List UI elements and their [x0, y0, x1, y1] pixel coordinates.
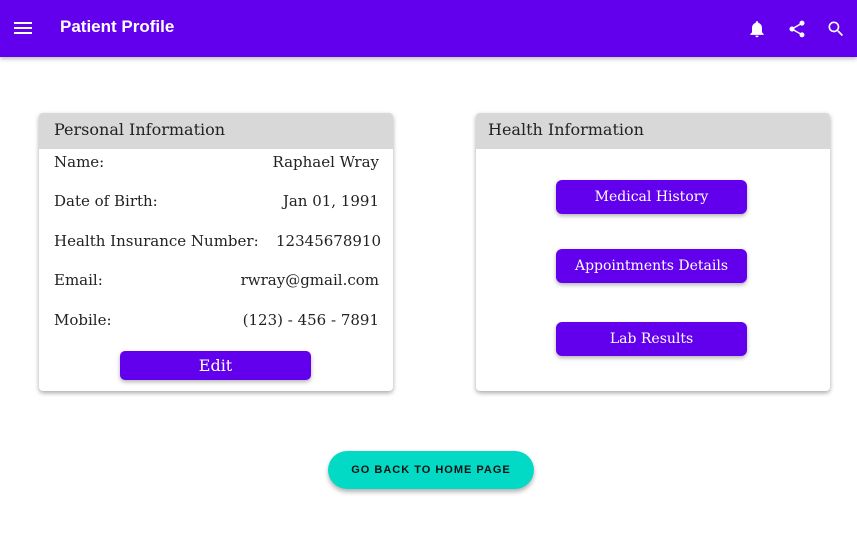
app-bar: Patient Profile [0, 0, 857, 57]
email-label: Email: [54, 271, 103, 289]
health-info-header: Health Information [476, 113, 830, 149]
appointments-details-button[interactable]: Appointments Details [556, 249, 747, 283]
page-title: Patient Profile [60, 17, 175, 36]
dob-label: Date of Birth: [54, 192, 158, 210]
dob-value: Jan 01, 1991 [282, 192, 379, 210]
lab-results-button[interactable]: Lab Results [556, 322, 747, 356]
bell-icon[interactable] [747, 19, 767, 39]
email-value: rwray@gmail.com [240, 271, 379, 289]
info-row-insurance: Health Insurance Number: 12345678910 [54, 232, 381, 254]
name-value: Raphael Wray [272, 153, 379, 171]
insurance-value: 12345678910 [276, 232, 381, 250]
info-row-dob: Date of Birth: Jan 01, 1991 [54, 192, 379, 214]
info-row-name: Name: Raphael Wray [54, 153, 379, 175]
mobile-value: (123) - 456 - 7891 [242, 311, 379, 329]
mobile-label: Mobile: [54, 311, 112, 329]
personal-info-card: Personal Information Name: Raphael Wray … [39, 113, 393, 391]
medical-history-button[interactable]: Medical History [556, 180, 747, 214]
menu-icon[interactable] [14, 20, 32, 36]
health-info-card: Health Information Medical History Appoi… [476, 113, 830, 391]
search-icon[interactable] [826, 19, 846, 39]
info-row-email: Email: rwray@gmail.com [54, 271, 379, 293]
info-row-mobile: Mobile: (123) - 456 - 7891 [54, 311, 379, 333]
personal-info-header: Personal Information [39, 113, 393, 149]
name-label: Name: [54, 153, 105, 171]
share-icon[interactable] [787, 19, 807, 39]
insurance-label: Health Insurance Number: [54, 232, 259, 250]
edit-button[interactable]: Edit [120, 351, 311, 380]
back-home-button[interactable]: GO BACK TO HOME PAGE [328, 451, 534, 489]
